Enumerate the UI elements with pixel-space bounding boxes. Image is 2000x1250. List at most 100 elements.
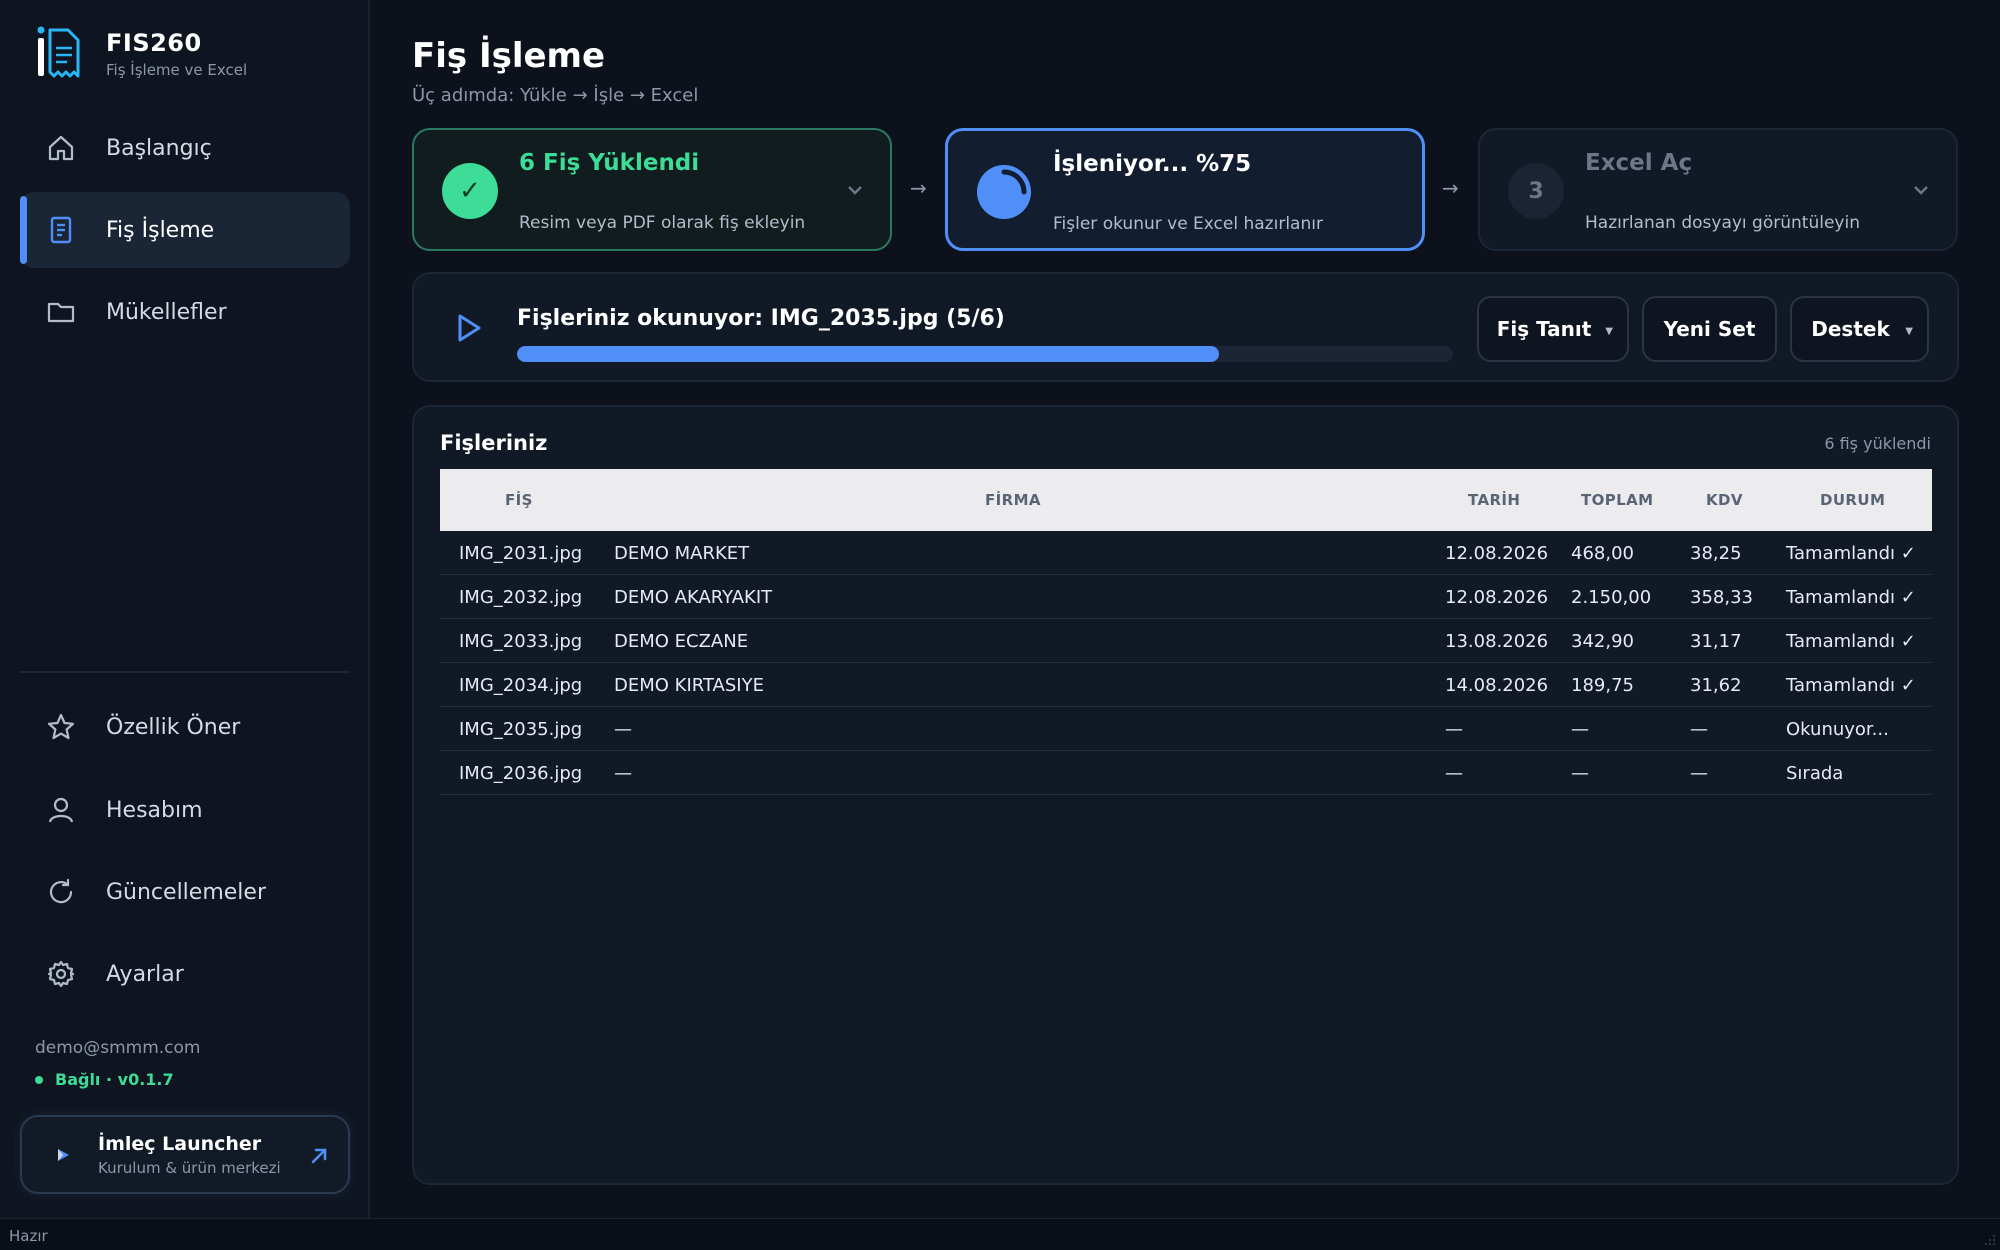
- user-email: demo@smmm.com: [35, 1038, 201, 1058]
- cell-fis: IMG_2034.jpg: [459, 675, 583, 696]
- resize-grip-icon[interactable]: [1982, 1232, 1996, 1246]
- table-row[interactable]: IMG_2034.jpg DEMO KIRTASIYE 14.08.2026 189,…: [440, 663, 1932, 707]
- nav-item-ayarlar[interactable]: Ayarlar: [20, 936, 350, 1012]
- cell-kdv: —: [1690, 719, 1708, 740]
- yeni-set-button[interactable]: Yeni Set: [1642, 296, 1777, 362]
- cell-fis: IMG_2035.jpg: [459, 719, 583, 740]
- step-desc: Resim veya PDF olarak fiş ekleyin: [519, 213, 806, 233]
- nav-item-hesabim[interactable]: Hesabım: [20, 772, 350, 848]
- step-arrow-icon: →: [910, 176, 927, 200]
- document-icon: [46, 215, 76, 245]
- nav-label: Hesabım: [106, 797, 203, 823]
- nav-label: Ayarlar: [106, 961, 184, 987]
- table-row[interactable]: IMG_2036.jpg — — — — Sırada: [440, 751, 1932, 795]
- status-text: Hazır: [9, 1227, 48, 1245]
- status-dot-icon: [35, 1075, 43, 1084]
- step-title: İşleniyor... %75: [1053, 151, 1252, 177]
- nav-label: Güncellemeler: [106, 879, 266, 905]
- cell-fis: IMG_2031.jpg: [459, 543, 583, 564]
- table-title: Fişleriniz: [440, 431, 548, 455]
- table-row[interactable]: IMG_2031.jpg DEMO MARKET 12.08.2026 468,00 3…: [440, 531, 1932, 575]
- sidebar: FIS260 Fiş İşleme ve Excel Başlangıç Fiş…: [0, 0, 370, 1218]
- nav-label: Özellik Öner: [106, 714, 241, 740]
- cell-toplam: —: [1571, 719, 1589, 740]
- page-title: Fiş İşleme: [412, 36, 606, 76]
- spinner-icon: [976, 164, 1032, 220]
- cell-fis: IMG_2036.jpg: [459, 763, 583, 784]
- status-bar: Hazır: [0, 1218, 2000, 1250]
- nav-item-guncellemeler[interactable]: Güncellemeler: [20, 854, 350, 930]
- cell-kdv: 31,17: [1690, 631, 1742, 652]
- table-row[interactable]: IMG_2032.jpg DEMO AKARYAKIT 12.08.2026 2.15…: [440, 575, 1932, 619]
- cell-tarih: —: [1445, 719, 1463, 740]
- cell-durum: Sırada: [1786, 763, 1844, 784]
- connection-status: Bağlı · v0.1.7: [35, 1070, 174, 1089]
- connection-label: Bağlı · v0.1.7: [55, 1070, 174, 1089]
- app-subtitle: Fiş İşleme ve Excel: [106, 61, 248, 79]
- header-kdv[interactable]: KDV: [1706, 491, 1743, 509]
- chevron-down-icon[interactable]: [1912, 184, 1930, 196]
- cell-kdv: 31,62: [1690, 675, 1742, 696]
- caret-down-icon[interactable]: ▼: [1905, 326, 1913, 337]
- launcher-title: İmleç Launcher: [98, 1132, 262, 1155]
- cell-toplam: 2.150,00: [1571, 587, 1652, 608]
- cell-toplam: —: [1571, 763, 1589, 784]
- nav-label: Başlangıç: [106, 135, 212, 161]
- cell-kdv: —: [1690, 763, 1708, 784]
- step-excel[interactable]: 3 Excel Aç Hazırlanan dosyayı görüntüley…: [1478, 128, 1958, 251]
- step-title: Excel Aç: [1585, 150, 1693, 176]
- table-header: FİŞ FİRMA TARİH TOPLAM KDV DURUM: [440, 469, 1932, 531]
- home-icon: [46, 133, 76, 163]
- launcher-subtitle: Kurulum & ürün merkezi: [98, 1158, 281, 1177]
- button-label: Destek: [1811, 317, 1890, 341]
- nav-item-ozellik-oner[interactable]: Özellik Öner: [20, 689, 350, 765]
- nav-item-baslangic[interactable]: Başlangıç: [20, 110, 350, 186]
- step-desc: Hazırlanan dosyayı görüntüleyin: [1585, 213, 1860, 233]
- cell-firma: DEMO AKARYAKIT: [614, 587, 773, 608]
- external-arrow-icon: [311, 1148, 327, 1164]
- receipts-card: Fişleriniz 6 fiş yüklendi FİŞ FİRMA TARİ…: [412, 405, 1959, 1185]
- cell-firma: DEMO KIRTASIYE: [614, 675, 764, 696]
- chevron-down-icon[interactable]: [846, 184, 864, 196]
- step-desc: Fişler okunur ve Excel hazırlanır: [1053, 214, 1323, 234]
- header-tarih[interactable]: TARİH: [1468, 491, 1520, 509]
- cell-tarih: 14.08.2026: [1445, 675, 1549, 696]
- table-row[interactable]: IMG_2033.jpg DEMO ECZANE 13.08.2026 342,90 3…: [440, 619, 1932, 663]
- launcher-card[interactable]: İmleç Launcher Kurulum & ürün merkezi: [20, 1115, 350, 1194]
- nav-label: Fiş İşleme: [106, 217, 215, 243]
- progress-bar: [517, 346, 1453, 362]
- nav-item-fis-isleme[interactable]: Fiş İşleme: [20, 192, 350, 268]
- cell-toplam: 342,90: [1571, 631, 1634, 652]
- header-toplam[interactable]: TOPLAM: [1581, 491, 1653, 509]
- nav-item-mukellefler[interactable]: Mükellefler: [20, 274, 350, 350]
- launcher-logo-icon: [58, 1148, 69, 1161]
- cell-toplam: 468,00: [1571, 543, 1634, 564]
- star-icon: [46, 712, 76, 742]
- cell-tarih: —: [1445, 763, 1463, 784]
- header-durum[interactable]: DURUM: [1820, 491, 1885, 509]
- cell-durum: Tamamlandı ✓: [1786, 587, 1916, 608]
- cell-tarih: 12.08.2026: [1445, 587, 1549, 608]
- receipt-logo-icon: [37, 26, 80, 78]
- table-row[interactable]: IMG_2035.jpg — — — — Okunuyor...: [440, 707, 1932, 751]
- cell-tarih: 12.08.2026: [1445, 543, 1549, 564]
- check-icon: ✓: [442, 163, 498, 219]
- step-process[interactable]: İşleniyor... %75 Fişler okunur ve Excel …: [945, 128, 1425, 251]
- step-number: 3: [1508, 163, 1564, 219]
- cell-toplam: 189,75: [1571, 675, 1634, 696]
- folder-icon: [46, 297, 76, 327]
- progress-card: Fişleriniz okunuyor: IMG_2035.jpg (5/6) …: [412, 272, 1959, 382]
- header-firma[interactable]: FİRMA: [985, 491, 1041, 509]
- page-subtitle: Üç adımda: Yükle → İşle → Excel: [412, 85, 699, 106]
- cell-kdv: 38,25: [1690, 543, 1742, 564]
- fis-tanit-button[interactable]: Fiş Tanıt ▼: [1477, 296, 1629, 362]
- gear-icon: [46, 959, 76, 989]
- caret-down-icon[interactable]: ▼: [1605, 326, 1613, 337]
- cell-fis: IMG_2033.jpg: [459, 631, 583, 652]
- destek-button[interactable]: Destek ▼: [1790, 296, 1929, 362]
- user-icon: [46, 795, 76, 825]
- cell-fis: IMG_2032.jpg: [459, 587, 583, 608]
- step-upload[interactable]: ✓ 6 Fiş Yüklendi Resim veya PDF olarak f…: [412, 128, 892, 251]
- cell-firma: DEMO ECZANE: [614, 631, 749, 652]
- header-fis[interactable]: FİŞ: [505, 491, 533, 509]
